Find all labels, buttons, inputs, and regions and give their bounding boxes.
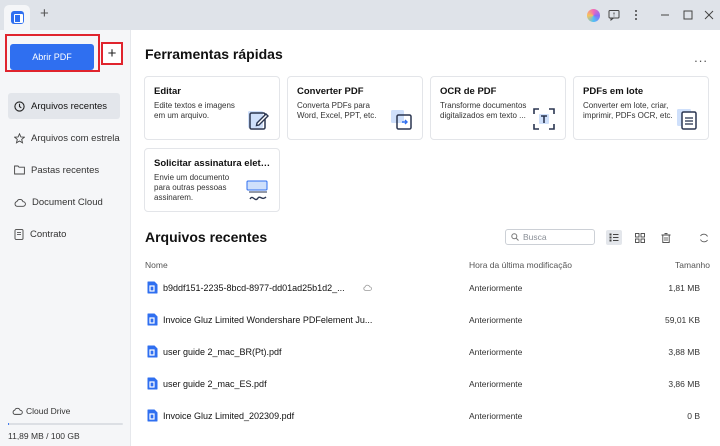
open-pdf-button[interactable]: Abrir PDF bbox=[10, 44, 94, 70]
close-icon[interactable] bbox=[704, 8, 714, 22]
minimize-icon[interactable] bbox=[660, 8, 670, 22]
search-input[interactable] bbox=[523, 232, 593, 242]
maximize-icon[interactable] bbox=[683, 8, 693, 22]
file-name: Invoice Gluz Limited_202309.pdf bbox=[163, 411, 295, 421]
column-header-name[interactable]: Nome bbox=[145, 260, 168, 270]
tool-card-edit[interactable]: Editar Edite textos e imagens em um arqu… bbox=[144, 76, 280, 140]
edit-icon bbox=[248, 111, 269, 130]
file-size: 59,01 KB bbox=[665, 315, 700, 325]
main-content: Ferramentas rápidas ... Editar Edite tex… bbox=[131, 30, 720, 446]
feedback-icon[interactable] bbox=[608, 8, 620, 22]
file-size: 3,88 MB bbox=[668, 347, 700, 357]
refresh-icon bbox=[700, 233, 708, 242]
contract-icon bbox=[14, 228, 24, 240]
sidebar-item-recent-files[interactable]: Arquivos recentes bbox=[8, 93, 120, 119]
sidebar-item-starred-files[interactable]: Arquivos com estrela bbox=[8, 125, 120, 151]
pdf-file-icon bbox=[147, 409, 158, 422]
delete-button[interactable] bbox=[658, 230, 674, 245]
cloud-drive-link[interactable]: Cloud Drive bbox=[12, 406, 70, 416]
home-tab[interactable] bbox=[4, 5, 30, 30]
file-modified: Anteriormente bbox=[469, 283, 523, 293]
card-description: Converta PDFs para Word, Excel, PPT, etc… bbox=[297, 101, 377, 120]
cloud-drive-icon bbox=[12, 407, 23, 415]
tool-card-batch[interactable]: PDFs em lote Converter em lote, criar, i… bbox=[573, 76, 709, 140]
signature-icon bbox=[246, 180, 268, 201]
pdf-file-icon bbox=[147, 377, 158, 390]
star-icon bbox=[14, 132, 25, 144]
list-view-icon bbox=[609, 233, 619, 242]
file-size: 0 B bbox=[687, 411, 700, 421]
card-description: Transforme documentos digitalizados em t… bbox=[440, 101, 527, 120]
sidebar-item-contract[interactable]: Contrato bbox=[8, 221, 120, 247]
file-modified: Anteriormente bbox=[469, 379, 523, 389]
search-icon bbox=[511, 233, 519, 241]
file-modified: Anteriormente bbox=[469, 347, 523, 357]
add-button[interactable]: + bbox=[101, 42, 123, 65]
file-row[interactable]: Invoice Gluz Limited Wondershare PDFelem… bbox=[145, 304, 710, 336]
cloud-sync-icon bbox=[363, 284, 372, 291]
tool-card-ocr[interactable]: OCR de PDF Transforme documentos digital… bbox=[430, 76, 566, 140]
card-description: Converter em lote, criar, imprimir, PDFs… bbox=[583, 101, 673, 120]
avatar[interactable] bbox=[587, 8, 600, 22]
file-row[interactable]: Invoice Gluz Limited_202309.pdf Anteriorm… bbox=[145, 400, 710, 432]
convert-icon bbox=[391, 110, 412, 130]
card-title: Editar bbox=[154, 86, 181, 97]
file-size: 1,81 MB bbox=[668, 283, 700, 293]
sidebar-item-recent-folders[interactable]: Pastas recentes bbox=[8, 157, 120, 183]
title-bar: + bbox=[0, 0, 720, 30]
column-header-modified[interactable]: Hora da última modificação bbox=[469, 260, 572, 270]
card-description: Edite textos e imagens em um arquivo. bbox=[154, 101, 235, 120]
file-modified: Anteriormente bbox=[469, 315, 523, 325]
new-tab-button[interactable]: + bbox=[40, 6, 49, 22]
tool-card-signature[interactable]: Solicitar assinatura eletrô... Envie um … bbox=[144, 148, 280, 212]
more-options-button[interactable]: ... bbox=[694, 50, 708, 65]
sidebar-item-label: Contrato bbox=[30, 228, 67, 240]
file-name: user guide 2_mac_ES.pdf bbox=[163, 379, 267, 389]
sidebar-item-label: Pastas recentes bbox=[31, 164, 100, 176]
sidebar-item-label: Arquivos recentes bbox=[31, 100, 108, 112]
grid-view-icon bbox=[635, 232, 645, 243]
file-name: Invoice Gluz Limited Wondershare PDFelem… bbox=[163, 315, 373, 325]
cloud-drive-label: Cloud Drive bbox=[26, 406, 71, 416]
card-title: Solicitar assinatura eletrô... bbox=[154, 158, 272, 169]
quick-tools-title: Ferramentas rápidas bbox=[145, 46, 283, 62]
pdf-file-icon bbox=[147, 345, 158, 358]
folder-icon bbox=[14, 165, 25, 175]
pdf-file-icon bbox=[147, 313, 158, 326]
storage-progress-fill bbox=[8, 423, 9, 425]
search-field[interactable] bbox=[505, 229, 595, 245]
column-header-size[interactable]: Tamanho bbox=[675, 260, 710, 270]
storage-usage-text: 11,89 MB / 100 GB bbox=[8, 431, 80, 441]
file-name: b9ddf151-2235-8bcd-8977-dd01ad25b1d2_... bbox=[163, 283, 345, 293]
sidebar-item-label: Arquivos com estrela bbox=[31, 132, 120, 144]
list-view-button[interactable] bbox=[606, 230, 622, 245]
card-title: Converter PDF bbox=[297, 86, 364, 97]
file-row[interactable]: user guide 2_mac_ES.pdf Anteriormente 3,86… bbox=[145, 368, 710, 400]
clock-icon bbox=[14, 100, 25, 112]
file-row[interactable]: b9ddf151-2235-8bcd-8977-dd01ad25b1d2_...… bbox=[145, 272, 710, 304]
card-title: OCR de PDF bbox=[440, 86, 497, 97]
file-name: user guide 2_mac_BR(Pt).pdf bbox=[163, 347, 282, 357]
storage-progress-bar bbox=[8, 423, 123, 425]
pdf-file-icon bbox=[147, 281, 158, 294]
refresh-button[interactable] bbox=[696, 230, 712, 245]
card-title: PDFs em lote bbox=[583, 86, 644, 97]
sidebar-item-label: Document Cloud bbox=[32, 196, 103, 208]
sidebar-item-document-cloud[interactable]: Document Cloud bbox=[8, 189, 120, 215]
card-description: Envie um documento para outras pessoas a… bbox=[154, 173, 230, 202]
sidebar: Abrir PDF + Arquivos recentes Arquivos c… bbox=[0, 30, 131, 446]
file-row[interactable]: user guide 2_mac_BR(Pt).pdf Anteriormente… bbox=[145, 336, 710, 368]
more-vertical-icon[interactable] bbox=[634, 8, 638, 22]
batch-icon bbox=[677, 109, 697, 130]
tool-card-convert[interactable]: Converter PDF Converta PDFs para Word, E… bbox=[287, 76, 423, 140]
file-modified: Anteriormente bbox=[469, 411, 523, 421]
ocr-icon bbox=[533, 108, 555, 130]
app-logo-icon bbox=[10, 11, 24, 24]
recent-files-title: Arquivos recentes bbox=[145, 229, 268, 245]
trash-icon bbox=[661, 232, 671, 243]
grid-view-button[interactable] bbox=[632, 230, 648, 245]
cloud-icon bbox=[14, 198, 26, 207]
file-size: 3,86 MB bbox=[668, 379, 700, 389]
